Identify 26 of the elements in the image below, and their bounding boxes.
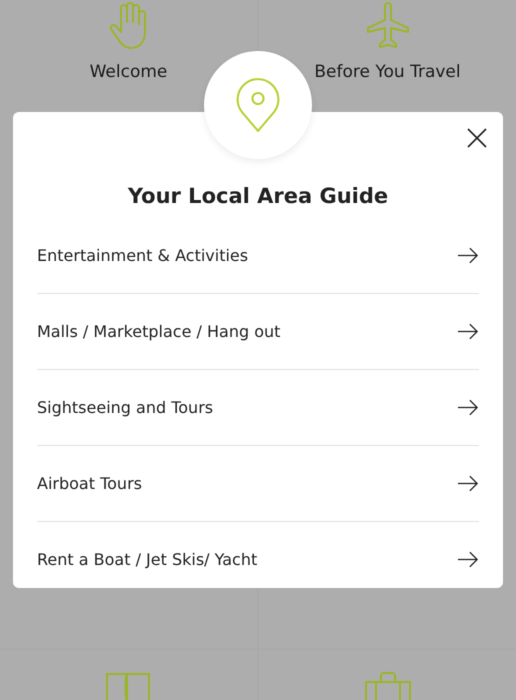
guide-list-item[interactable]: Airboat Tours: [37, 446, 479, 522]
item-label: Entertainment & Activities: [37, 246, 248, 265]
arrow-right-icon: [457, 323, 479, 340]
luggage-icon: [364, 672, 412, 700]
arrow-right-icon: [457, 399, 479, 416]
item-label: Sightseeing and Tours: [37, 398, 214, 417]
menu-tile[interactable]: [0, 650, 257, 700]
close-icon: [467, 128, 487, 148]
guide-list-item[interactable]: Entertainment & Activities: [37, 218, 479, 294]
dialog-title: Your Local Area Guide: [126, 184, 390, 208]
item-label: Rent a Boat / Jet Skis/ Yacht: [37, 550, 258, 569]
menu-tile[interactable]: Before You Travel: [259, 0, 516, 110]
menu-tile[interactable]: Welcome: [0, 0, 257, 110]
close-button[interactable]: [467, 128, 487, 148]
guide-list-item[interactable]: Malls / Marketplace / Hang out: [37, 294, 479, 370]
arrow-right-icon: [457, 247, 479, 264]
menu-tile[interactable]: [259, 650, 516, 700]
tile-label: Welcome: [90, 62, 168, 82]
tile-label: Before You Travel: [314, 62, 461, 82]
guide-list-item[interactable]: Sightseeing and Tours: [37, 370, 479, 446]
item-label: Airboat Tours: [37, 474, 142, 493]
arrow-right-icon: [457, 551, 479, 568]
item-label: Malls / Marketplace / Hang out: [37, 322, 280, 341]
book-icon: [104, 672, 152, 700]
arrow-right-icon: [457, 475, 479, 492]
guide-list-item[interactable]: Rent a Boat / Jet Skis/ Yacht: [37, 522, 479, 597]
